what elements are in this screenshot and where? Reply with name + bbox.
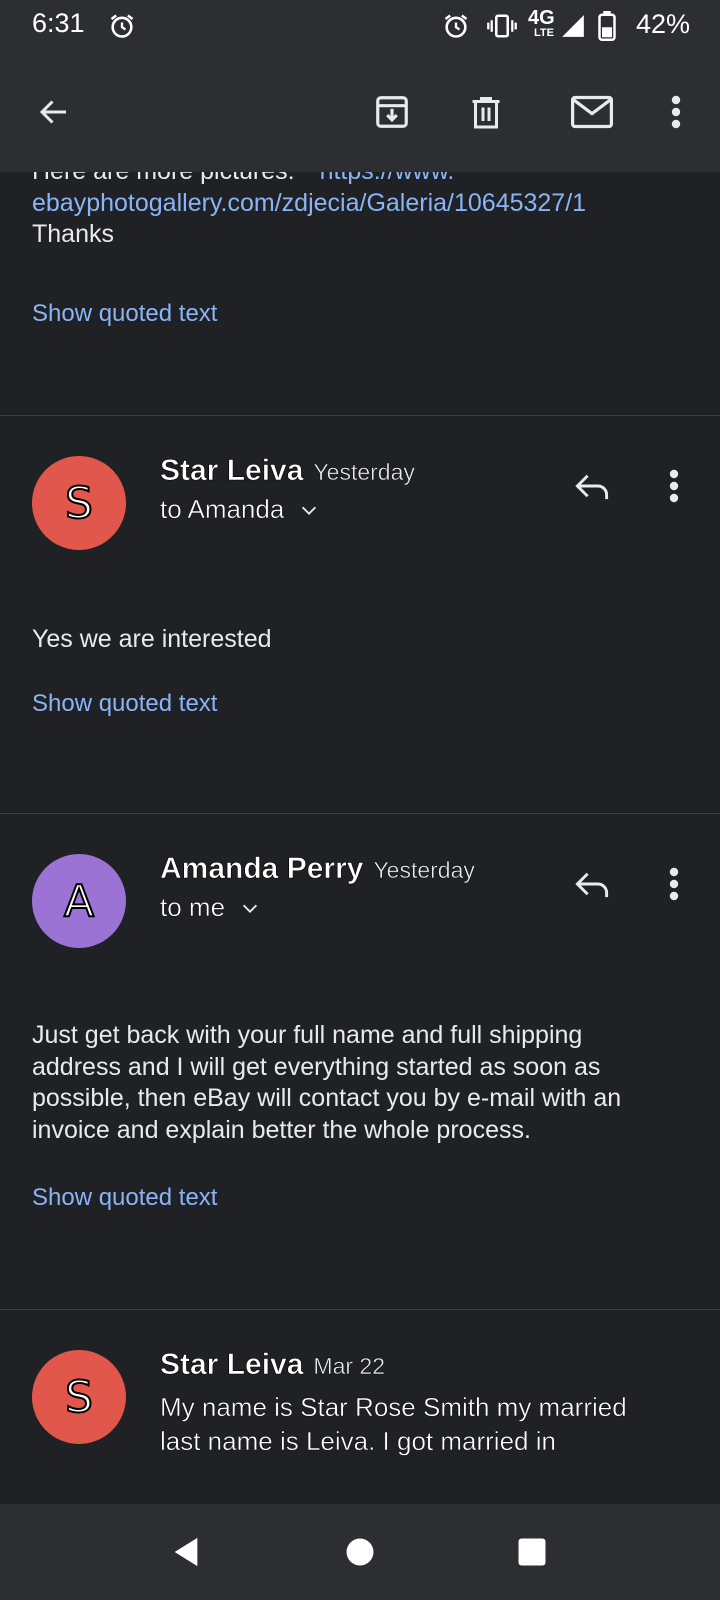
mark-unread-button[interactable] (564, 84, 620, 140)
gallery-link[interactable]: https://www. (320, 172, 455, 185)
message-preview[interactable]: My name is Star Rose Smith my married la… (160, 1390, 680, 1458)
network-sub-label: LTE (534, 27, 554, 39)
body-text: Here are more pictures: (32, 172, 295, 185)
sender-name-text: Amanda Perry (160, 852, 364, 886)
back-button[interactable] (26, 84, 82, 140)
message-date: Yesterday (373, 857, 475, 883)
nav-recents-button[interactable] (504, 1524, 560, 1580)
show-quoted-text-link[interactable]: Show quoted text (32, 690, 217, 718)
message-body: Just get back with your full name and fu… (32, 1020, 621, 1146)
reply-button[interactable] (568, 462, 616, 510)
mail-icon (571, 95, 613, 129)
circle-home-icon (346, 1538, 374, 1566)
gallery-link[interactable]: ebayphotogallery.com/zdjecia/Galeria/106… (32, 188, 586, 220)
battery-percent: 42% (636, 9, 691, 39)
body-line: address and I will get everything starte… (32, 1052, 601, 1081)
system-navigation-bar (0, 1504, 720, 1600)
preview-line: My name is Star Rose Smith my married (160, 1392, 627, 1422)
previous-message-body: Here are more pictures: https://www. eba… (32, 172, 586, 251)
message-more-button[interactable] (650, 462, 698, 510)
more-options-button[interactable] (648, 84, 704, 140)
sender-name-text: Star Leiva (160, 454, 304, 488)
message-divider (0, 1309, 720, 1310)
reply-icon (575, 474, 609, 500)
message-more-button[interactable] (650, 860, 698, 908)
chevron-down-icon (302, 506, 317, 515)
preview-line: last name is Leiva. I got married in (160, 1426, 556, 1456)
recipient-text: to me (160, 892, 226, 922)
battery-icon (598, 8, 616, 44)
avatar[interactable]: S (32, 456, 126, 550)
alarm-icon (108, 8, 136, 44)
body-line: Just get back with your full name and fu… (32, 1021, 583, 1049)
vibrate-icon (486, 8, 518, 44)
status-time: 6:31 (32, 8, 85, 38)
message-body: Yes we are interested (32, 625, 272, 653)
nav-back-button[interactable] (158, 1524, 214, 1580)
avatar[interactable]: S (32, 1350, 126, 1444)
recipient-details-toggle[interactable]: to Amanda (160, 494, 320, 525)
alarm-icon (442, 8, 470, 44)
more-vert-icon (669, 867, 679, 901)
status-bar: 6:31 4G LTE 42% (0, 0, 720, 52)
message-divider (0, 415, 720, 416)
sender-name-text: Star Leiva (160, 1348, 304, 1382)
archive-icon (376, 96, 408, 128)
recipient-text: to Amanda (160, 494, 285, 524)
archive-button[interactable] (364, 84, 420, 140)
delete-button[interactable] (458, 84, 514, 140)
body-line: possible, then eBay will contact you by … (32, 1084, 622, 1112)
top-app-bar (0, 52, 720, 172)
chevron-down-icon (242, 904, 258, 913)
show-quoted-text-link[interactable]: Show quoted text (32, 1184, 217, 1212)
reply-icon (575, 872, 609, 898)
network-label: 4G (528, 7, 555, 29)
more-vert-icon (671, 95, 681, 129)
recipient-details-toggle[interactable]: to me (160, 892, 261, 923)
sender-name[interactable]: Star Leiva Mar 22 (160, 1348, 386, 1382)
email-thread: Here are more pictures: https://www. eba… (0, 172, 720, 1504)
reply-button[interactable] (568, 860, 616, 908)
show-quoted-text-link[interactable]: Show quoted text (32, 300, 217, 328)
avatar[interactable]: A (32, 854, 126, 948)
sender-name: Star Leiva Yesterday (160, 454, 415, 488)
more-vert-icon (669, 469, 679, 503)
triangle-back-icon (174, 1537, 198, 1567)
body-text: Thanks (32, 220, 114, 248)
square-recents-icon (518, 1538, 546, 1566)
trash-icon (472, 97, 500, 129)
signal-icon (560, 8, 586, 44)
network-type: 4G LTE (528, 8, 555, 44)
message-date: Mar 22 (313, 1353, 386, 1379)
message-date: Yesterday (313, 459, 415, 485)
nav-home-button[interactable] (332, 1524, 388, 1580)
arrow-left-icon (39, 100, 66, 124)
message-divider (0, 813, 720, 814)
body-line: Here are more pictures: https://www. (32, 172, 586, 188)
body-line: invoice and explain better the whole pro… (32, 1115, 531, 1144)
sender-name: Amanda Perry Yesterday (160, 852, 475, 886)
